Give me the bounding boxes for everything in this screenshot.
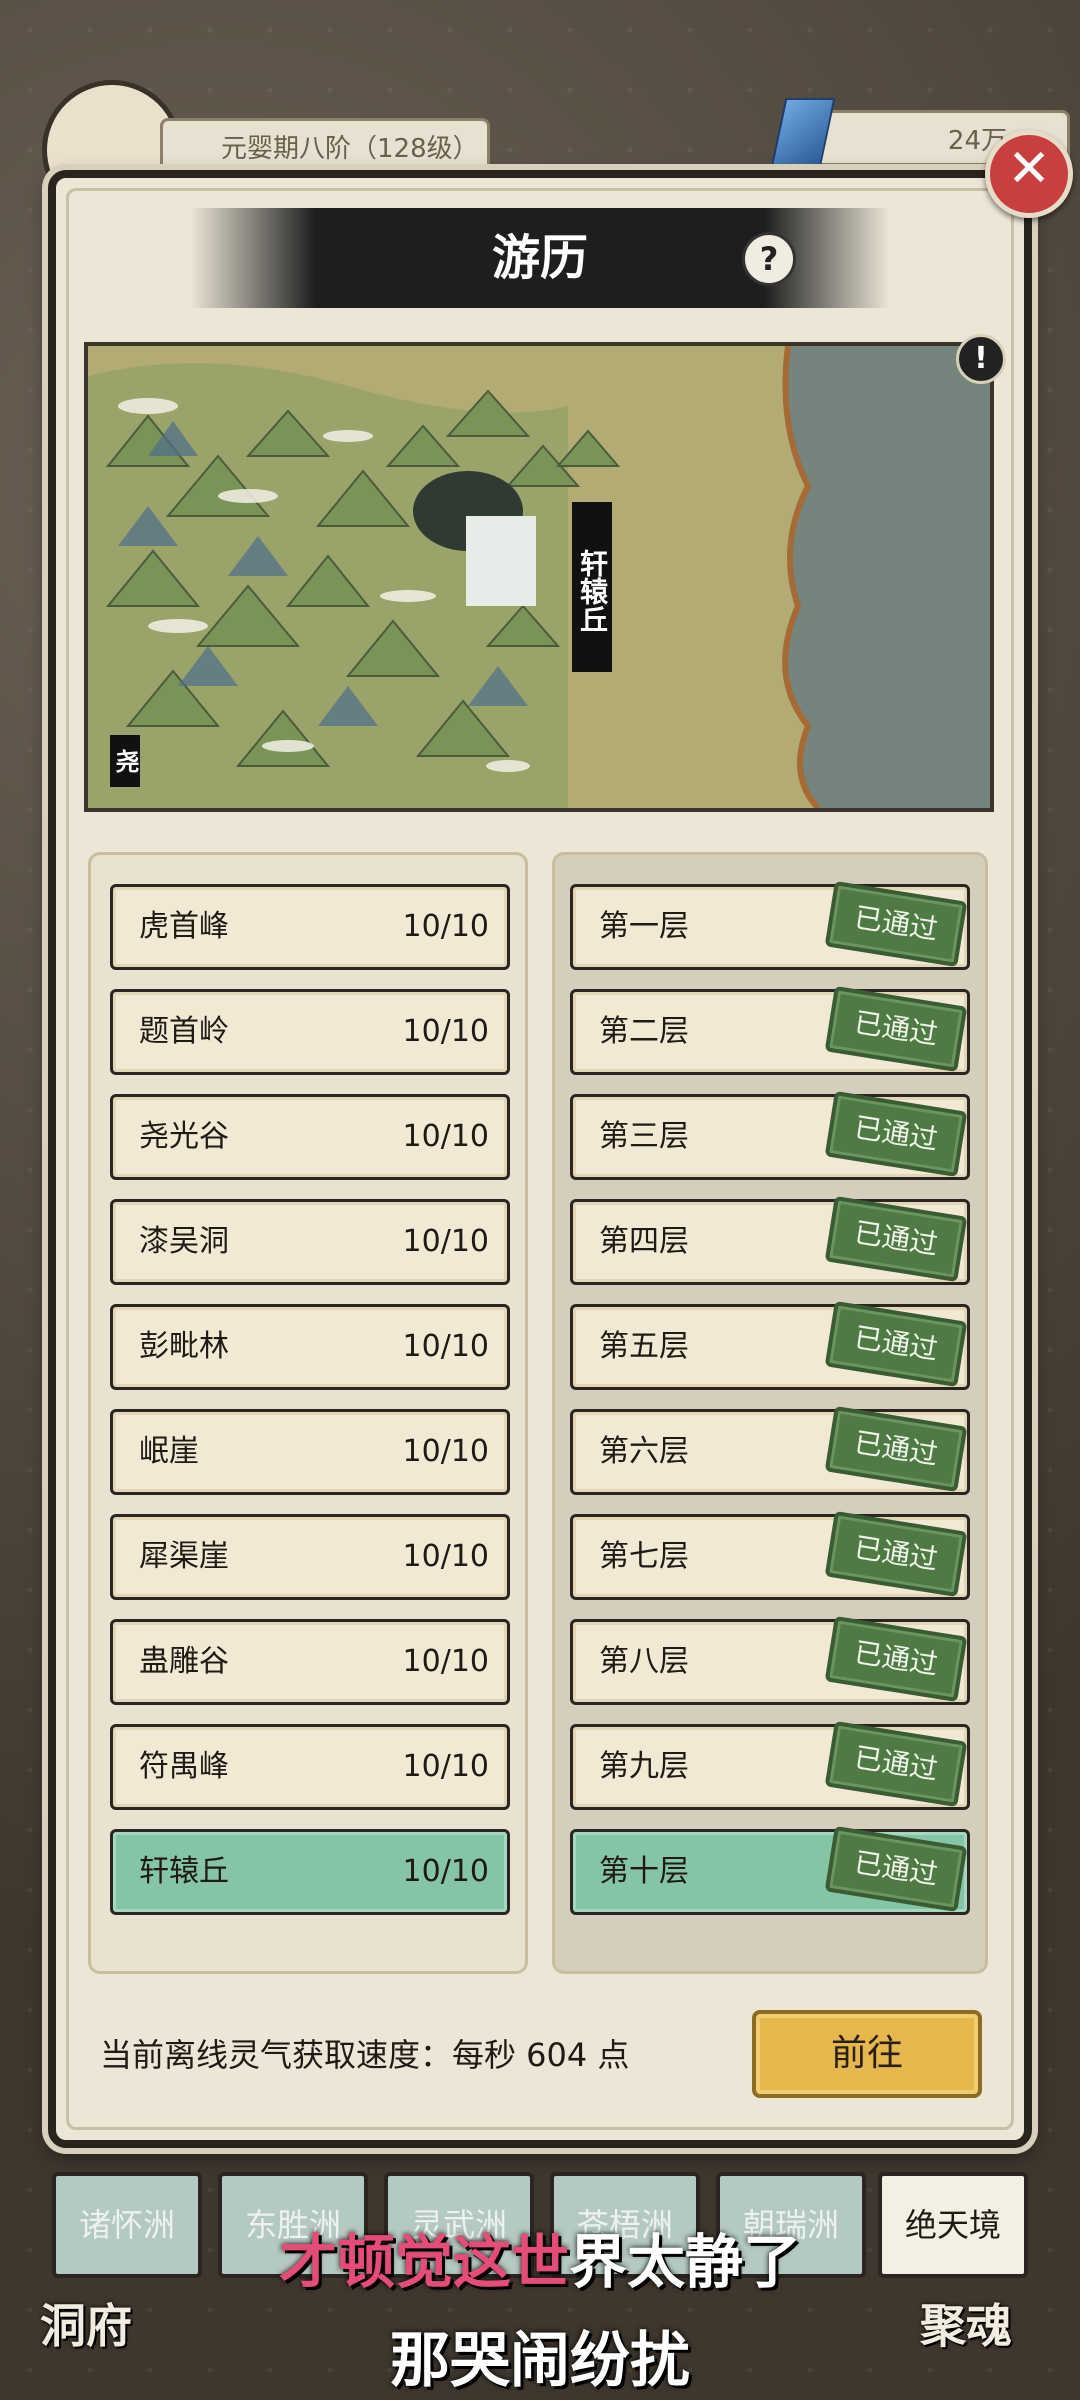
region-row[interactable]: 符禺峰 10/10 bbox=[110, 1724, 510, 1810]
cleared-stamp: 已通过 bbox=[824, 880, 968, 968]
floor-row[interactable]: 第五层 已通过 bbox=[570, 1300, 970, 1390]
region-name: 犀渠崖 bbox=[139, 1539, 229, 1574]
region-progress: 10/10 bbox=[402, 1119, 489, 1154]
cleared-stamp: 已通过 bbox=[824, 1825, 968, 1913]
region-name: 轩辕丘 bbox=[139, 1854, 229, 1889]
region-row[interactable]: 彭毗林 10/10 bbox=[110, 1304, 510, 1390]
floor-row[interactable]: 第六层 已通过 bbox=[570, 1405, 970, 1495]
floor-name: 第十层 bbox=[599, 1854, 689, 1889]
map-location-label: 轩辕丘 bbox=[572, 502, 612, 672]
floor-row[interactable]: 第九层 已通过 bbox=[570, 1720, 970, 1810]
region-progress: 10/10 bbox=[402, 1329, 489, 1364]
region-row[interactable]: 题首岭 10/10 bbox=[110, 989, 510, 1075]
floor-name: 第五层 bbox=[599, 1329, 689, 1364]
map-corner-label: 尧 bbox=[110, 735, 140, 787]
region-row[interactable]: 漆吴洞 10/10 bbox=[110, 1199, 510, 1285]
region-progress: 10/10 bbox=[402, 1434, 489, 1469]
region-progress: 10/10 bbox=[402, 1014, 489, 1049]
floor-row[interactable]: 第八层 已通过 bbox=[570, 1615, 970, 1705]
floor-name: 第二层 bbox=[599, 1014, 689, 1049]
region-progress: 10/10 bbox=[402, 1539, 489, 1574]
region-progress: 10/10 bbox=[402, 1644, 489, 1679]
cleared-stamp: 已通过 bbox=[824, 1615, 968, 1703]
subtitle-line-2: 那哭闹纷扰 bbox=[390, 2326, 690, 2396]
level-display: 元婴期八阶（128级） bbox=[160, 118, 490, 174]
cleared-stamp: 已通过 bbox=[824, 1300, 968, 1388]
region-progress: 10/10 bbox=[402, 1749, 489, 1784]
region-row[interactable]: 虎首峰 10/10 bbox=[110, 884, 510, 970]
cleared-stamp: 已通过 bbox=[824, 1510, 968, 1598]
subtitle-rest: 界太静了 bbox=[569, 2228, 802, 2296]
subtitle-line-1: 才顿觉这世界太静了 bbox=[0, 2215, 1080, 2299]
floor-row[interactable]: 第二层 已通过 bbox=[570, 985, 970, 1075]
help-button[interactable]: ? bbox=[742, 232, 796, 286]
region-row-selected[interactable]: 轩辕丘 10/10 bbox=[110, 1829, 510, 1915]
close-button[interactable]: ✕ bbox=[985, 130, 1073, 218]
region-name: 尧光谷 bbox=[139, 1119, 229, 1154]
cleared-stamp: 已通过 bbox=[824, 1405, 968, 1493]
cleared-stamp: 已通过 bbox=[824, 1720, 968, 1808]
floor-name: 第六层 bbox=[599, 1434, 689, 1469]
region-progress: 10/10 bbox=[402, 1854, 489, 1889]
go-button[interactable]: 前往 bbox=[752, 2010, 982, 2098]
cleared-stamp: 已通过 bbox=[824, 985, 968, 1073]
region-row[interactable]: 犀渠崖 10/10 bbox=[110, 1514, 510, 1600]
region-name: 符禺峰 bbox=[139, 1749, 229, 1784]
cleared-stamp: 已通过 bbox=[824, 1195, 968, 1283]
offline-rate-text: 当前离线灵气获取速度：每秒 604 点 bbox=[100, 2036, 630, 2074]
region-row[interactable]: 蛊雕谷 10/10 bbox=[110, 1619, 510, 1705]
map-alert-icon[interactable]: ! bbox=[956, 334, 1006, 384]
floor-name: 第九层 bbox=[599, 1749, 689, 1784]
floor-name: 第一层 bbox=[599, 909, 689, 944]
region-name: 蛊雕谷 bbox=[139, 1644, 229, 1679]
region-name: 虎首峰 bbox=[139, 909, 229, 944]
floor-row[interactable]: 第七层 已通过 bbox=[570, 1510, 970, 1600]
floor-row[interactable]: 第三层 已通过 bbox=[570, 1090, 970, 1180]
region-name: 彭毗林 bbox=[139, 1329, 229, 1364]
map-illustration bbox=[88, 346, 990, 808]
floor-row[interactable]: 第四层 已通过 bbox=[570, 1195, 970, 1285]
floor-row-selected[interactable]: 第十层 已通过 bbox=[570, 1825, 970, 1915]
floor-name: 第七层 bbox=[599, 1539, 689, 1574]
world-map[interactable] bbox=[84, 342, 994, 812]
region-progress: 10/10 bbox=[402, 909, 489, 944]
floor-name: 第八层 bbox=[599, 1644, 689, 1679]
floor-row[interactable]: 第一层 已通过 bbox=[570, 880, 970, 970]
subtitle-highlight: 才顿觉这世 bbox=[278, 2228, 569, 2296]
floor-name: 第四层 bbox=[599, 1224, 689, 1259]
region-progress: 10/10 bbox=[402, 1224, 489, 1259]
region-name: 漆吴洞 bbox=[139, 1224, 229, 1259]
floor-name: 第三层 bbox=[599, 1119, 689, 1154]
cleared-stamp: 已通过 bbox=[824, 1090, 968, 1178]
region-row[interactable]: 岷崖 10/10 bbox=[110, 1409, 510, 1495]
region-row[interactable]: 尧光谷 10/10 bbox=[110, 1094, 510, 1180]
region-name: 题首岭 bbox=[139, 1014, 229, 1049]
dialog-title: 游历 bbox=[491, 230, 588, 286]
region-name: 岷崖 bbox=[139, 1434, 199, 1469]
